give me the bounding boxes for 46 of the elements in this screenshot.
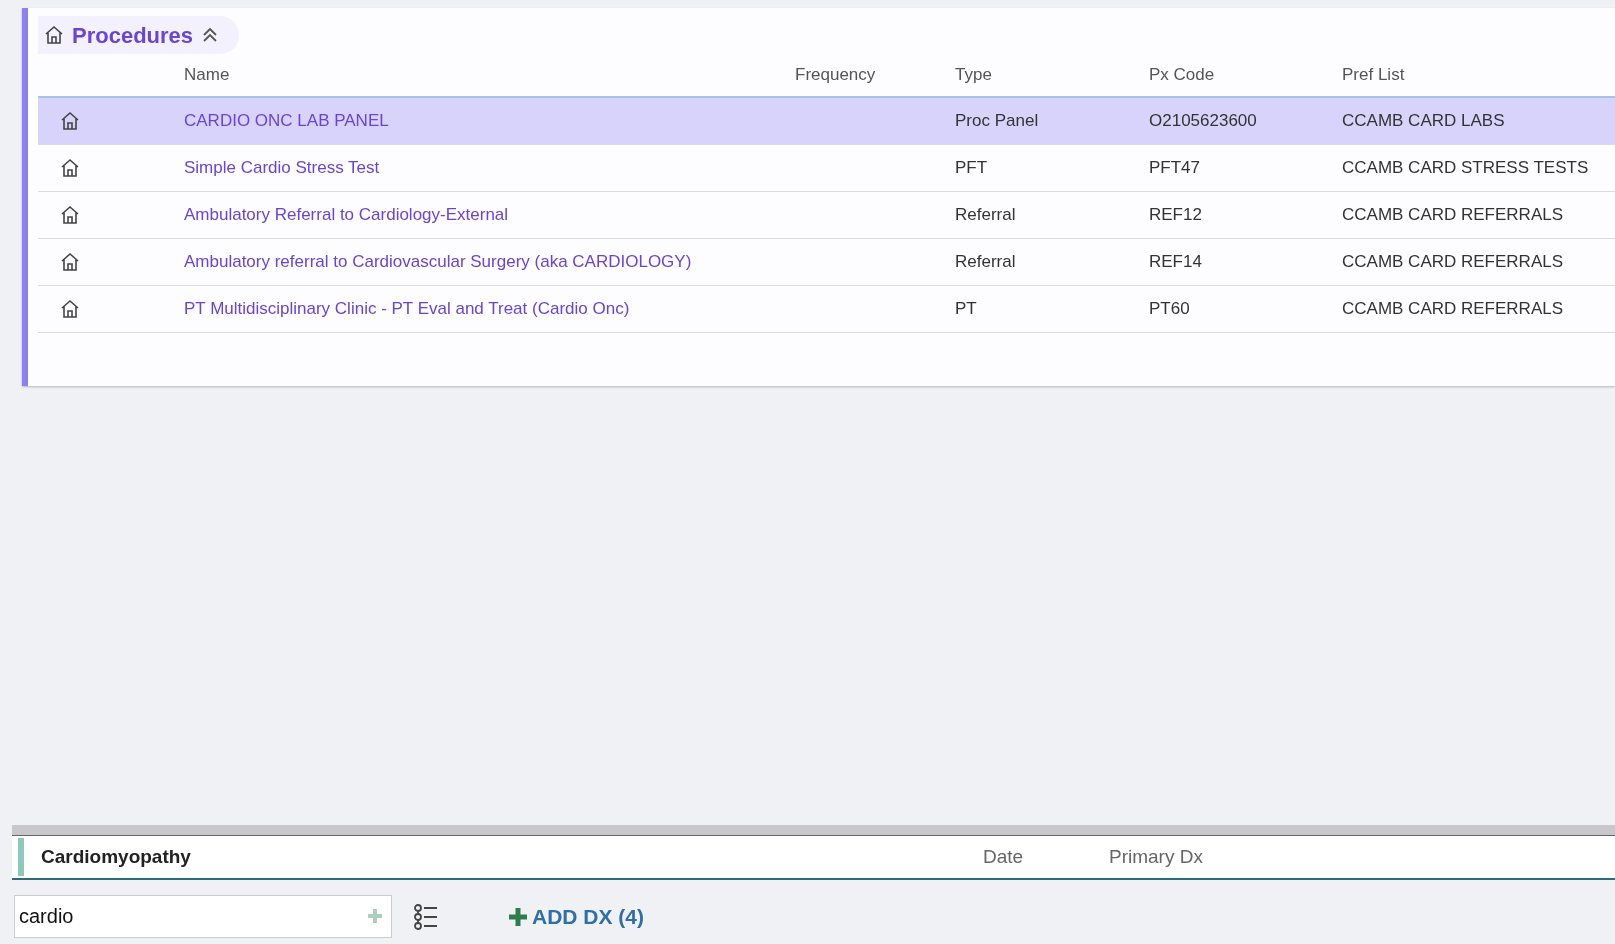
table-cell: CCAMB CARD LABS — [1342, 111, 1505, 131]
procedure-link[interactable]: Ambulatory referral to Cardiovascular Surgery (aka CARDIOLOGY) — [184, 252, 692, 272]
plus-icon — [508, 906, 528, 927]
table-row[interactable]: Ambulatory referral to Cardiovascular Surgery (aka CARDIOLOGY) Referral REF14 CCAMB CARD REFERRALS — [38, 239, 1615, 286]
table-cell: O2105623600 — [1149, 111, 1257, 131]
section-title: Procedures — [72, 21, 194, 50]
table-row[interactable]: PT Multidisciplinary Clinic - PT Eval and Treat (Cardio Onc) PT PT60 CCAMB CARD REFERRALS — [38, 286, 1615, 333]
table-row[interactable]: Ambulatory Referral to Cardiology-External Referral REF12 CCAMB CARD REFERRALS — [38, 192, 1615, 239]
splitter-bar[interactable] — [12, 825, 1615, 836]
house-icon — [60, 205, 80, 225]
add-dx-button[interactable]: ADD DX (4) — [508, 900, 644, 933]
list-icon[interactable] — [414, 903, 438, 930]
column-header[interactable]: Frequency — [795, 65, 876, 85]
diagnosis-name: Cardiomyopathy — [41, 844, 192, 869]
house-icon — [60, 299, 80, 319]
table-row[interactable]: Simple Cardio Stress Test PFT PFT47 CCAMB CARD STRESS TESTS — [38, 145, 1615, 192]
procedure-link[interactable]: PT Multidisciplinary Clinic - PT Eval and Treat (Cardio Onc) — [184, 299, 630, 319]
procedure-link[interactable]: Ambulatory Referral to Cardiology-External — [184, 205, 509, 225]
house-icon — [60, 252, 80, 272]
house-icon — [44, 25, 64, 45]
table-cell: REF14 — [1149, 252, 1202, 272]
house-icon — [60, 158, 80, 178]
procedure-link[interactable]: CARDIO ONC LAB PANEL — [184, 111, 389, 131]
table-cell: REF12 — [1149, 205, 1202, 225]
procedure-link[interactable]: Simple Cardio Stress Test — [184, 158, 380, 178]
house-icon — [60, 111, 80, 131]
table-cell: Proc Panel — [955, 111, 1039, 131]
table-cell: PFT47 — [1149, 158, 1201, 178]
table-cell: Referral — [955, 205, 1016, 225]
search-field[interactable]: cardio — [14, 895, 392, 938]
table-cell: CCAMB CARD STRESS TESTS — [1342, 158, 1589, 178]
column-header[interactable]: Name — [184, 65, 230, 85]
column-header[interactable]: Pref List — [1342, 65, 1405, 85]
table-cell: PT — [955, 299, 977, 319]
table-cell: CCAMB CARD REFERRALS — [1342, 205, 1564, 225]
column-header[interactable]: Date — [983, 845, 1024, 867]
table-cell: Referral — [955, 252, 1016, 272]
table-cell: CCAMB CARD REFERRALS — [1342, 299, 1564, 319]
column-header[interactable]: Px Code — [1149, 65, 1215, 85]
column-header[interactable]: Type — [955, 65, 992, 85]
table-cell: PFT — [955, 158, 988, 178]
table-row[interactable]: CARDIO ONC LAB PANEL Proc Panel O2105623600 CCAMB CARD LABS — [38, 98, 1615, 145]
table-cell: PT60 — [1149, 299, 1190, 319]
table-cell: CCAMB CARD REFERRALS — [1342, 252, 1564, 272]
section-header[interactable]: Procedures — [38, 16, 240, 54]
column-header[interactable]: Primary Dx — [1109, 845, 1203, 867]
